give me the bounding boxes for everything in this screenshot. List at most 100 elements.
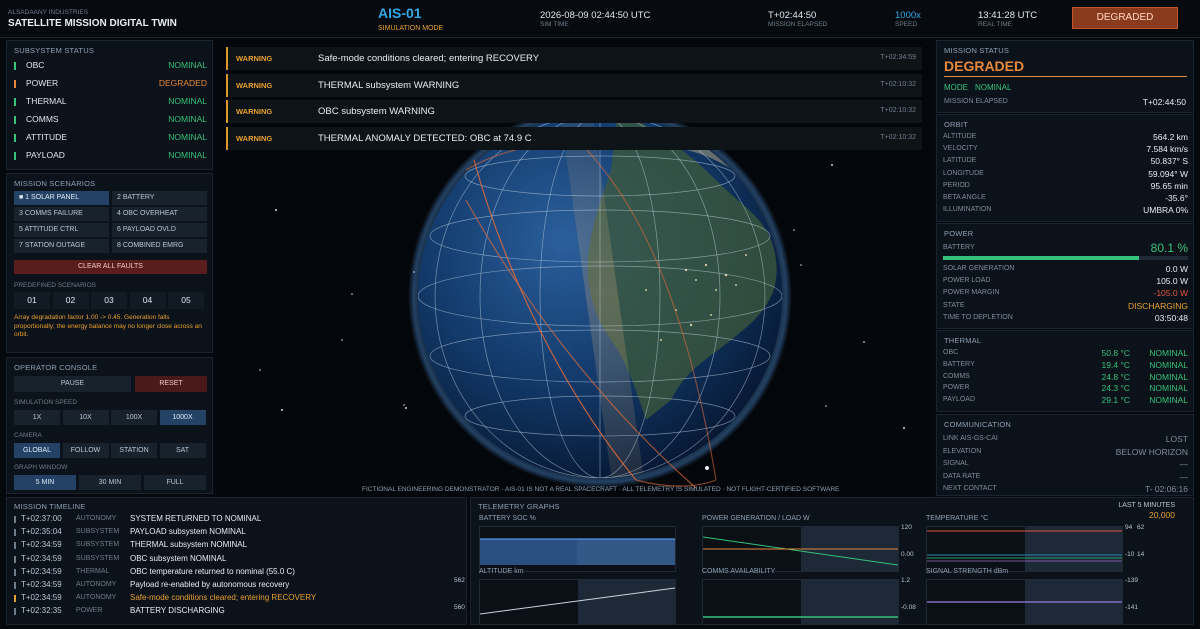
comms-value: LOST	[1165, 434, 1188, 444]
scenario-note: Array degradation factor 1.00 -> 0.45. G…	[14, 314, 202, 338]
scenario-button[interactable]: 5 ATTITUDE CTRL	[14, 223, 109, 237]
thermal-temperature: 50.8 °C	[1101, 348, 1130, 358]
scenario-button[interactable]: 2 BATTERY	[112, 191, 207, 205]
graph-y2-min: 560	[454, 604, 465, 611]
graph-title: SIGNAL STRENGTH dBm	[926, 568, 1009, 575]
thermal-status: NOMINAL	[1149, 371, 1188, 382]
orbit-label: PERIOD	[943, 181, 970, 189]
graph-plot	[703, 580, 898, 624]
orbit-row: LATITUDE 50.837° S	[943, 156, 1188, 168]
thermal-row: COMMS 24.8 °C NOMINAL	[943, 372, 1188, 384]
graph-title: POWER GENERATION / LOAD W	[702, 515, 810, 522]
speed-button[interactable]: 1X	[14, 410, 60, 425]
orbit-label: ALTITUDE	[943, 133, 977, 140]
thermal-status: NOMINAL	[1149, 348, 1188, 358]
subsystem-row: THERMAL NOMINAL	[14, 94, 207, 112]
predefined-label: PREDEFINED SCENARIOS	[14, 282, 96, 289]
power-row: STATE DISCHARGING	[943, 301, 1188, 313]
predefined-scenario-button[interactable]: 04	[129, 292, 166, 309]
warning-level: WARNING	[236, 107, 273, 116]
power-value: 0.0 W	[1165, 264, 1188, 274]
graph-y-max: 94	[1125, 524, 1133, 531]
pause-button[interactable]: PAUSE	[14, 376, 131, 392]
reset-button[interactable]: RESET	[135, 376, 207, 392]
thermal-label: PAYLOAD	[943, 396, 976, 404]
graph-window-button[interactable]: FULL	[144, 475, 206, 490]
graph-title: ALTITUDE km	[479, 568, 524, 575]
timeline-category: AUTONOMY	[76, 515, 117, 522]
scenario-button[interactable]: 7 STATION OUTAGE	[14, 239, 109, 253]
graph-window-text: LAST 5 MINUTES	[1118, 502, 1175, 509]
panel-title: POWER	[944, 229, 974, 238]
timeline-category: AUTONOMY	[76, 594, 117, 602]
speed-button[interactable]: 10X	[62, 410, 109, 425]
timeline-time: T+02:32:35	[21, 606, 62, 616]
graph-window-label: GRAPH WINDOW	[14, 464, 68, 471]
warning-time: T+02:10:32	[880, 133, 916, 141]
telemetry-graph	[926, 526, 1123, 572]
graph-title: BATTERY SOC %	[479, 515, 536, 522]
graph-window-button[interactable]: 30 MIN	[79, 475, 141, 490]
predefined-scenario-button[interactable]: 03	[91, 292, 127, 309]
warning-time: T+02:34:59	[880, 54, 916, 61]
graph-window-button[interactable]: 5 MIN	[14, 475, 76, 490]
power-value: 03:50:48	[1154, 312, 1188, 323]
status-indicator	[14, 152, 16, 160]
timeline-category: SUBSYSTEM	[76, 541, 120, 549]
elapsed-label: MISSION ELAPSED	[944, 98, 1008, 105]
camera-button[interactable]: FOLLOW	[62, 443, 109, 458]
subsystem-status: NOMINAL	[168, 60, 207, 70]
comms-label: LINK AIS-GS-CAI	[943, 435, 998, 442]
mission-state: DEGRADED	[944, 58, 1025, 74]
predefined-scenario-button[interactable]: 02	[52, 292, 89, 309]
timeline-message: OBC temperature returned to nominal (55.…	[130, 566, 295, 576]
subsystem-name: POWER	[26, 78, 59, 88]
graph-y2-max: 562	[454, 577, 465, 584]
orbit-row: BETA ANGLE -35.6°	[943, 193, 1188, 205]
mission-elapsed-label: MISSION ELAPSED	[768, 21, 828, 28]
orbit-label: VELOCITY	[943, 145, 978, 153]
illumination-value: UMBRA 0%	[1143, 205, 1188, 215]
warning-banner: WARNING OBC subsystem WARNING T+02:10:32	[226, 100, 922, 123]
predefined-scenario-button[interactable]: 01	[14, 292, 50, 309]
camera-button[interactable]: GLOBAL	[14, 443, 60, 458]
warning-message: THERMAL ANOMALY DETECTED: OBC at 74.9 C	[318, 132, 532, 144]
graph-y-min: -10	[1125, 551, 1135, 558]
timeline-indicator	[14, 568, 16, 576]
power-label: SOLAR GENERATION	[943, 265, 1015, 272]
subsystem-status: NOMINAL	[168, 96, 207, 106]
orbit-row: LONGITUDE 59.094° W	[943, 169, 1188, 181]
power-value: 105.0 W	[1156, 276, 1188, 287]
clear-faults-button[interactable]: CLEAR ALL FAULTS	[14, 260, 207, 274]
scenario-button[interactable]: ■ 1 SOLAR PANEL	[14, 191, 109, 205]
thermal-label: POWER	[943, 384, 970, 392]
power-label: TIME TO DEPLETION	[943, 313, 1013, 321]
graph-title: TEMPERATURE °C	[926, 515, 989, 522]
panel-title: OPERATOR CONSOLE	[14, 363, 98, 372]
scenario-button[interactable]: 8 COMBINED EMRG	[112, 239, 207, 253]
panel-title: COMMUNICATION	[944, 420, 1012, 429]
speed-button[interactable]: 1000X	[159, 410, 206, 425]
predefined-scenario-button[interactable]: 05	[168, 292, 204, 309]
comms-row: ELEVATION BELOW HORIZON	[943, 447, 1188, 459]
warning-time: T+02:10:32	[880, 107, 916, 114]
graph-y-min: 0.00	[901, 551, 914, 558]
comms-label: NEXT CONTACT	[943, 485, 997, 492]
graph-y-max: 120	[901, 524, 912, 531]
status-indicator	[14, 98, 16, 106]
camera-button[interactable]: SAT	[159, 443, 206, 458]
graph-y2-min: 14	[1137, 551, 1145, 558]
real-time-label: REAL TIME	[978, 21, 1012, 28]
camera-button[interactable]: STATION	[111, 443, 157, 458]
timeline-time: T+02:34:59	[21, 593, 62, 603]
speed-button[interactable]: 100X	[111, 410, 157, 425]
scenario-button[interactable]: 6 PAYLOAD OVLD	[112, 223, 207, 237]
timeline-message: PAYLOAD subsystem NOMINAL	[130, 527, 246, 537]
timeline-indicator	[14, 608, 16, 616]
timeline-message: Safe-mode conditions cleared; entering R…	[130, 593, 317, 603]
power-label: POWER MARGIN	[943, 289, 1000, 297]
scenario-button[interactable]: 3 COMMS FAILURE	[14, 207, 109, 221]
scenario-button[interactable]: 4 OBC OVERHEAT	[112, 207, 207, 221]
thermal-row: OBC 50.8 °C NOMINAL	[943, 348, 1188, 360]
warning-level: WARNING	[236, 54, 273, 63]
